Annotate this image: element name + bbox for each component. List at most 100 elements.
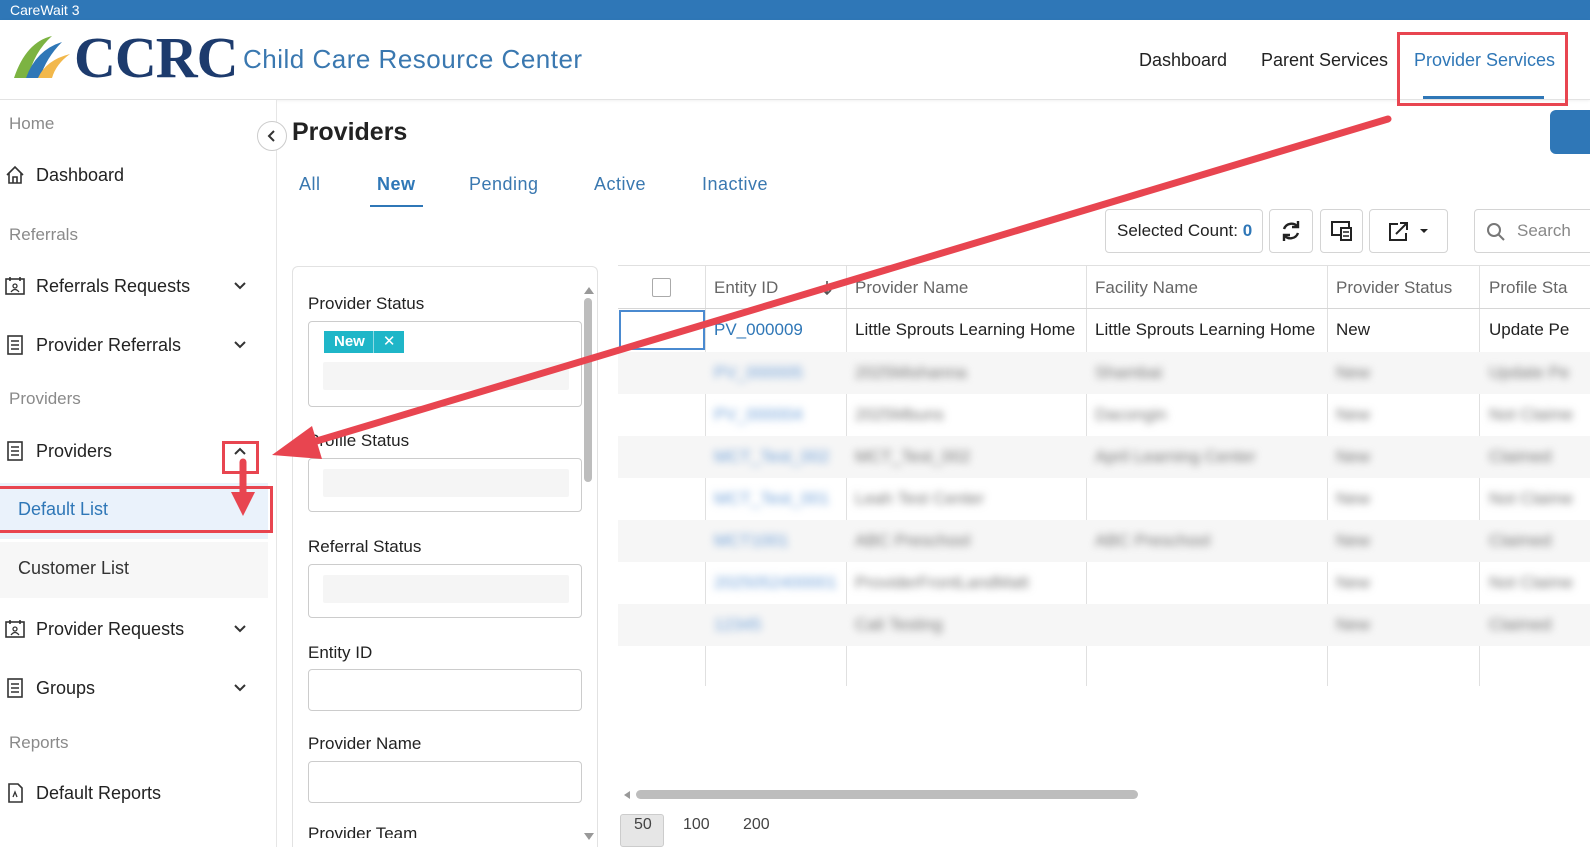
annotation-highlight-expand-providers <box>222 441 259 474</box>
provider-status-cell: New <box>1336 363 1371 382</box>
sidebar-item-provider-referrals[interactable]: Provider Referrals <box>0 324 270 368</box>
profile-status-cell: Not Claime <box>1489 573 1574 592</box>
filter-scrollbar[interactable] <box>584 298 592 482</box>
page-size-50[interactable]: 50 <box>634 816 652 847</box>
table-row[interactable]: 2025052400001 ProviderFrontLandMatt New … <box>618 562 1590 604</box>
column-header-profile-status[interactable]: Profile Sta <box>1489 278 1567 298</box>
page-title: Providers <box>292 118 408 146</box>
grid-horizontal-scrollbar[interactable] <box>636 790 1138 799</box>
provider-status-input[interactable] <box>323 362 569 390</box>
referral-status-select[interactable] <box>308 564 582 618</box>
entity-id-link[interactable]: MCT_Test_002 <box>714 447 842 467</box>
chevron-down-icon[interactable] <box>232 278 248 294</box>
export-icon <box>1389 222 1428 241</box>
columns-button[interactable] <box>1320 209 1363 253</box>
tab-pending[interactable]: Pending <box>469 174 539 195</box>
sidebar-item-default-reports[interactable]: Default Reports <box>0 772 270 816</box>
column-header-provider-status[interactable]: Provider Status <box>1336 278 1452 298</box>
provider-name-field[interactable] <box>308 761 582 803</box>
profile-status-label: Profile Status <box>308 431 410 450</box>
list-document-icon <box>7 441 23 461</box>
tab-new[interactable]: New <box>377 174 416 195</box>
column-header-facility-name[interactable]: Facility Name <box>1095 278 1198 298</box>
search-placeholder: Search <box>1517 221 1571 240</box>
entity-id-link[interactable]: PV_000005 <box>714 363 842 383</box>
refresh-icon <box>1282 221 1300 241</box>
referral-status-input[interactable] <box>323 575 569 603</box>
profile-status-cell: Not Claime <box>1489 489 1574 508</box>
entity-id-link[interactable]: 12345 <box>714 615 842 635</box>
calendar-person-icon <box>5 620 25 638</box>
page-size-200[interactable]: 200 <box>743 816 770 847</box>
provider-name-cell: ABC Preschool <box>855 531 971 550</box>
sidebar-item-label: Provider Referrals <box>36 335 182 355</box>
facility-name-cell: April Learning Center <box>1095 447 1256 466</box>
page-size-100[interactable]: 100 <box>683 816 710 847</box>
provider-name-cell: Little Sprouts Learning Home <box>855 320 1076 339</box>
tab-all[interactable]: All <box>299 174 321 195</box>
home-icon <box>6 165 24 184</box>
provider-status-cell: New <box>1336 489 1371 508</box>
topnav-dashboard[interactable]: Dashboard <box>1139 20 1227 100</box>
entity-id-link[interactable]: PV_000009 <box>714 320 842 340</box>
chevron-down-icon[interactable] <box>232 621 248 637</box>
entity-id-link[interactable]: MCT_Test_001 <box>714 489 842 509</box>
sidebar-item-provider-requests[interactable]: Provider Requests <box>0 608 270 652</box>
select-all-checkbox[interactable] <box>652 278 671 297</box>
facility-name-cell: Dacongin <box>1095 405 1167 424</box>
table-row[interactable]: 12345 Cali Testing New Claimed <box>618 604 1590 646</box>
annotation-highlight-provider-services <box>1397 32 1568 106</box>
tab-active[interactable]: Active <box>594 174 646 195</box>
profile-status-input[interactable] <box>323 469 569 497</box>
sort-desc-icon[interactable] <box>821 279 833 297</box>
column-header-entity-id[interactable]: Entity ID <box>714 278 778 298</box>
profile-status-cell: Update Pe <box>1489 320 1570 339</box>
entity-id-link[interactable]: MCT1001 <box>714 531 842 551</box>
profile-status-cell: Claimed <box>1489 531 1552 550</box>
calendar-person-icon <box>5 277 25 295</box>
entity-id-field[interactable] <box>308 669 582 711</box>
collapse-sidebar-button[interactable] <box>257 121 287 151</box>
facility-name-cell: Little Sprouts Learning Home <box>1095 320 1316 339</box>
scroll-down-icon[interactable] <box>583 832 595 842</box>
refresh-button[interactable] <box>1269 209 1313 253</box>
export-dropdown-button[interactable] <box>1369 209 1448 253</box>
chevron-down-icon[interactable] <box>232 680 248 696</box>
profile-status-select[interactable] <box>308 458 582 512</box>
primary-action-button[interactable] <box>1550 110 1590 154</box>
chevron-left-icon <box>267 130 275 142</box>
sidebar-item-home[interactable]: Home <box>9 114 54 134</box>
provider-team-label: Provider Team <box>308 824 418 838</box>
provider-status-select[interactable]: New ✕ <box>308 321 582 407</box>
sidebar-item-groups[interactable]: Groups <box>0 667 270 711</box>
provider-name-cell: Leah Test Center <box>855 489 985 508</box>
sidebar-subitem-customer-list[interactable]: Customer List <box>0 542 268 598</box>
entity-id-link[interactable]: PV_000004 <box>714 405 842 425</box>
profile-status-cell: Update Pe <box>1489 363 1570 382</box>
chip-remove-icon[interactable]: ✕ <box>372 331 405 353</box>
sidebar-item-dashboard[interactable]: Dashboard <box>0 154 270 198</box>
table-row[interactable]: PV_000005 2025Mishanna Shambai New Updat… <box>618 352 1590 394</box>
table-row[interactable]: MCT_Test_001 Leah Test Center New Not Cl… <box>618 478 1590 520</box>
report-document-icon <box>8 783 23 803</box>
provider-status-cell: New <box>1336 615 1371 634</box>
scroll-up-icon[interactable] <box>583 285 595 295</box>
selected-cell[interactable] <box>619 310 705 350</box>
chevron-down-icon[interactable] <box>232 337 248 353</box>
entity-id-link[interactable]: 2025052400001 <box>714 573 842 593</box>
topnav-parent-services[interactable]: Parent Services <box>1261 20 1388 100</box>
table-row[interactable]: MCT_Test_002 MCT_Test_002 April Learning… <box>618 436 1590 478</box>
sidebar-item-referrals-requests[interactable]: Referrals Requests <box>0 265 270 309</box>
table-row[interactable]: MCT1001 ABC Preschool ABC Preschool New … <box>618 520 1590 562</box>
ccrc-logo-icon <box>14 36 70 78</box>
table-row[interactable]: PV_000009 Little Sprouts Learning Home L… <box>618 309 1590 351</box>
facility-name-cell: Shambai <box>1095 363 1163 382</box>
list-document-icon <box>7 678 23 698</box>
column-header-provider-name[interactable]: Provider Name <box>855 278 968 298</box>
scroll-left-icon[interactable] <box>622 790 632 800</box>
annotation-highlight-default-list <box>0 486 273 533</box>
tab-inactive[interactable]: Inactive <box>702 174 768 195</box>
table-row[interactable]: PV_000004 2025Mbuns Dacongin New Not Cla… <box>618 394 1590 436</box>
search-input[interactable]: Search <box>1474 209 1590 253</box>
search-icon <box>1487 223 1505 241</box>
